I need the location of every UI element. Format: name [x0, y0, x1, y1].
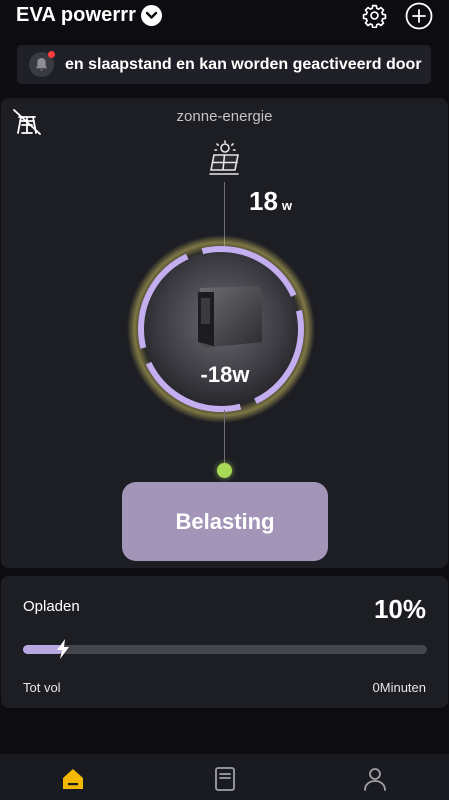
device-icon[interactable] — [212, 766, 238, 792]
bottom-tab-bar — [0, 754, 449, 800]
notice-text: en slaapstand en kan worden geactiveerd … — [65, 56, 422, 73]
lightning-icon — [55, 639, 71, 659]
notification-dot — [48, 51, 55, 58]
time-to-full-label: Tot vol — [23, 680, 61, 695]
solar-power-readout: 18 w — [249, 186, 292, 217]
charging-percent: 10% — [373, 594, 426, 624]
solar-power-unit: w — [281, 198, 293, 213]
solar-panel-icon — [205, 140, 245, 180]
battery-power-value: -18w — [200, 362, 250, 387]
power-station-icon — [188, 284, 264, 350]
profile-icon[interactable] — [362, 766, 388, 792]
source-label: zonne-energie — [176, 108, 273, 125]
flow-line-bottom — [224, 410, 225, 468]
notice-banner[interactable]: en slaapstand en kan worden geactiveerd … — [17, 45, 431, 84]
load-button[interactable]: Belasting — [122, 482, 328, 561]
load-status-dot — [217, 463, 232, 478]
app-header: EVA powerrr — [0, 0, 449, 34]
charging-label: Opladen — [23, 598, 80, 615]
solar-power-value: 18 — [249, 186, 278, 216]
charge-progress-bar — [23, 639, 427, 659]
home-icon[interactable] — [60, 766, 86, 792]
chevron-down-icon[interactable] — [141, 5, 162, 26]
time-to-full-value: 0Minuten — [372, 680, 426, 695]
device-title[interactable]: EVA powerrr — [16, 4, 136, 27]
charging-card: Opladen 10% Tot vol 0Minuten — [1, 576, 448, 708]
plus-circle-icon[interactable] — [405, 2, 433, 30]
energy-flow-card: zonne-energie 18 w -18w Belasting — [1, 98, 448, 568]
gear-icon[interactable] — [362, 3, 387, 29]
